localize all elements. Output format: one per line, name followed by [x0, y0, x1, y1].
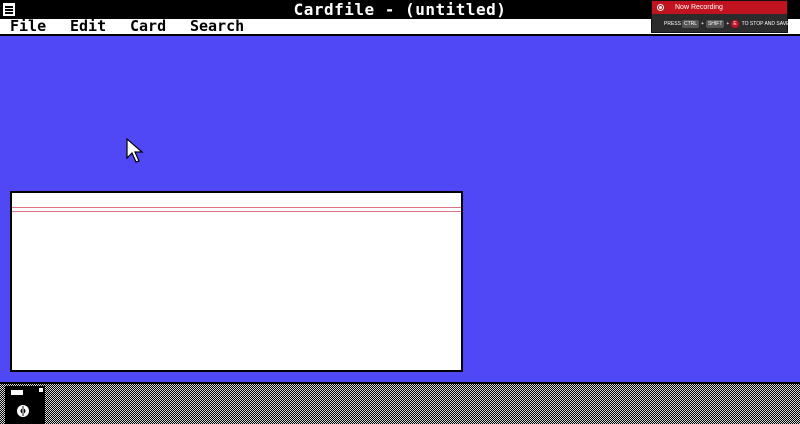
- card-index-rule: [12, 211, 461, 212]
- hint-suffix: TO STOP AND SAVE: [741, 20, 790, 27]
- card-index-rule: [12, 207, 461, 208]
- index-card[interactable]: [10, 191, 463, 372]
- hint-press: PRESS: [664, 20, 681, 27]
- key-ctrl: CTRL: [681, 19, 700, 28]
- disk-notch: [39, 388, 43, 392]
- card-index-line[interactable]: [12, 193, 461, 207]
- disk-label: [11, 390, 23, 395]
- icon-area: [0, 382, 800, 424]
- arrow-cursor-icon: [126, 138, 144, 163]
- record-icon: [657, 4, 664, 11]
- key-shift: SHIFT: [705, 19, 725, 28]
- plus-sign: +: [726, 20, 730, 27]
- recording-title: Now Recording: [675, 4, 723, 11]
- menu-search[interactable]: Search: [190, 19, 244, 34]
- recording-hint: PRESS CTRL + SHIFT + E TO STOP AND SAVE: [664, 19, 789, 28]
- recording-overlay: Now Recording PRESS CTRL + SHIFT + E TO …: [651, 0, 789, 33]
- key-e: E: [731, 19, 739, 28]
- floppy-disk-icon[interactable]: [5, 386, 45, 424]
- plus-sign: +: [701, 20, 704, 27]
- recording-header: Now Recording: [652, 1, 787, 14]
- disk-hub: [17, 405, 29, 417]
- menu-edit[interactable]: Edit: [70, 19, 106, 34]
- card-body-text-area[interactable]: [12, 213, 461, 370]
- menu-file[interactable]: File: [10, 19, 46, 34]
- menu-card[interactable]: Card: [130, 19, 166, 34]
